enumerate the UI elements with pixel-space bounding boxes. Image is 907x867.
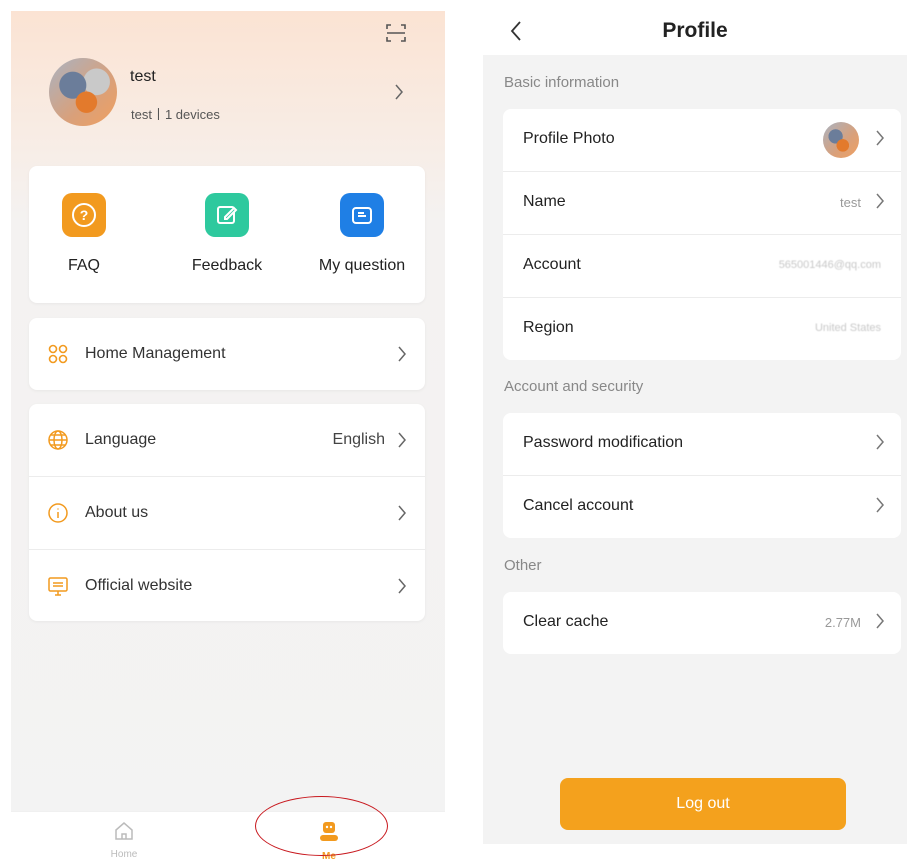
password-modification-row[interactable]: Password modification (503, 413, 901, 475)
header: Profile (483, 11, 907, 55)
region-value: United States (814, 322, 881, 334)
feedback-label: Feedback (191, 257, 263, 274)
highlight-annotation (255, 796, 388, 856)
avatar[interactable] (49, 58, 117, 126)
home-icon (115, 822, 133, 840)
profile-photo-row[interactable]: Profile Photo (503, 109, 901, 171)
chevron-right-icon (398, 346, 406, 362)
faq-label: FAQ (67, 257, 100, 274)
account-row: Account 565001446@qq.com (503, 235, 901, 297)
logout-button[interactable]: Log out (560, 778, 846, 830)
grid-icon (48, 344, 68, 364)
chevron-right-icon (398, 432, 406, 448)
settings-card: Language English About us Official websi… (29, 404, 425, 621)
tab-home-label: Home (110, 849, 138, 860)
faq-button[interactable]: ? FAQ (51, 193, 117, 275)
edit-icon (205, 193, 249, 237)
security-card: Password modification Cancel account (503, 413, 901, 538)
official-website-label: Official website (85, 576, 193, 594)
my-question-button[interactable]: My question (312, 193, 412, 275)
home-management-label: Home Management (85, 345, 226, 362)
mail-icon (340, 193, 384, 237)
name-row[interactable]: Name test (503, 172, 901, 234)
official-website-row[interactable]: Official website (29, 550, 425, 621)
profile-page: Profile Basic information Profile Photo … (483, 11, 907, 844)
language-value: English (332, 431, 385, 448)
chevron-right-icon (876, 613, 884, 629)
section-other: Other (504, 557, 542, 574)
clear-cache-value: 2.77M (824, 615, 861, 630)
other-card: Clear cache 2.77M (503, 592, 901, 654)
clear-cache-label: Clear cache (523, 613, 609, 630)
section-security: Account and security (504, 378, 644, 395)
svg-text:?: ? (80, 207, 89, 223)
quick-actions-card: ? FAQ Feedback My question (29, 166, 425, 303)
account-value: 565001446@qq.com (778, 259, 881, 271)
language-label: Language (85, 431, 157, 448)
region-label: Region (523, 319, 574, 336)
name-label: Name (523, 193, 566, 210)
chevron-right-icon (876, 497, 884, 513)
question-icon: ? (62, 193, 106, 237)
name-value: test (840, 195, 861, 210)
my-question-label: My question (318, 257, 406, 274)
user-subtitle: test丨1 devices (131, 107, 220, 122)
chevron-right-icon (398, 505, 406, 521)
scan-icon[interactable] (385, 22, 407, 44)
clear-cache-row[interactable]: Clear cache 2.77M (503, 592, 901, 654)
globe-icon (48, 430, 68, 450)
monitor-icon (48, 576, 68, 596)
chevron-right-icon[interactable] (394, 83, 404, 101)
profile-photo-label: Profile Photo (523, 130, 615, 147)
info-icon (48, 503, 68, 523)
password-modification-label: Password modification (523, 434, 684, 451)
feedback-button[interactable]: Feedback (189, 193, 265, 275)
chevron-right-icon (398, 578, 406, 593)
about-us-label: About us (85, 504, 149, 521)
chevron-right-icon (876, 434, 884, 450)
home-management-card[interactable]: Home Management (29, 318, 425, 390)
home-management-row[interactable]: Home Management (29, 318, 425, 390)
page-title: Profile (662, 19, 728, 42)
account-label: Account (523, 256, 581, 273)
me-page: test test丨1 devices ? FAQ Feedback My qu… (11, 11, 445, 867)
basic-info-card: Profile Photo Name test Account 56500144… (503, 109, 901, 360)
cancel-account-label: Cancel account (523, 497, 634, 514)
region-row: Region United States (503, 298, 901, 360)
cancel-account-row[interactable]: Cancel account (503, 476, 901, 538)
tab-home[interactable]: Home (101, 820, 147, 860)
chevron-right-icon (876, 130, 884, 146)
section-basic: Basic information (504, 74, 620, 91)
chevron-right-icon (876, 193, 884, 209)
language-row[interactable]: Language English (29, 404, 425, 476)
user-name: test (130, 68, 156, 85)
profile-photo-avatar (823, 122, 859, 158)
about-us-row[interactable]: About us (29, 477, 425, 549)
